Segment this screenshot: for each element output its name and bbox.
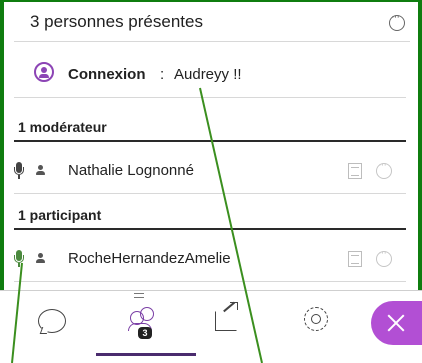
- bottom-tab-bar: 3: [0, 290, 422, 363]
- ellipsis-circle-icon[interactable]: [389, 11, 405, 31]
- ellipsis-circle-icon[interactable]: [376, 247, 392, 267]
- tab-attendees[interactable]: 3: [96, 291, 196, 356]
- gear-icon: [304, 307, 328, 331]
- document-icon[interactable]: [348, 251, 362, 267]
- section-heading-label: 1 participant: [18, 207, 102, 223]
- ellipsis-circle-icon[interactable]: [376, 159, 392, 179]
- attendee-count-badge: 3: [138, 327, 152, 339]
- current-user-row: Connexion : Audreyy !!: [14, 54, 406, 98]
- connection-label: Connexion: [68, 66, 146, 83]
- microphone-icon[interactable]: [14, 162, 24, 180]
- document-icon[interactable]: [348, 163, 362, 179]
- list-item[interactable]: Nathalie Lognonné: [14, 148, 406, 194]
- user-name: Nathalie Lognonné: [68, 162, 194, 179]
- share-icon: [215, 302, 238, 331]
- tab-chat[interactable]: [24, 291, 94, 351]
- user-icon: [36, 165, 46, 177]
- user-name: RocheHernandezAmelie: [68, 250, 231, 267]
- list-item[interactable]: RocheHernandezAmelie: [14, 236, 406, 282]
- section-heading-label: 1 modérateur: [18, 119, 107, 135]
- section-heading-participants: 1 participant: [14, 200, 406, 230]
- user-icon: [36, 253, 46, 265]
- tab-settings[interactable]: [276, 291, 346, 351]
- close-button[interactable]: [371, 301, 422, 345]
- microphone-icon[interactable]: [14, 250, 24, 268]
- section-heading-moderators: 1 modérateur: [14, 112, 406, 142]
- panel-header: 3 personnes présentes: [14, 0, 410, 42]
- user-circle-icon: [34, 62, 54, 82]
- connection-separator: :: [160, 66, 165, 83]
- active-tab-indicator: [96, 353, 196, 356]
- tab-share[interactable]: [189, 291, 259, 351]
- chat-bubble-icon: [38, 309, 66, 333]
- drag-handle-icon[interactable]: [134, 293, 144, 298]
- panel-title: 3 personnes présentes: [30, 12, 203, 31]
- current-user-name: Audreyy !!: [174, 66, 242, 83]
